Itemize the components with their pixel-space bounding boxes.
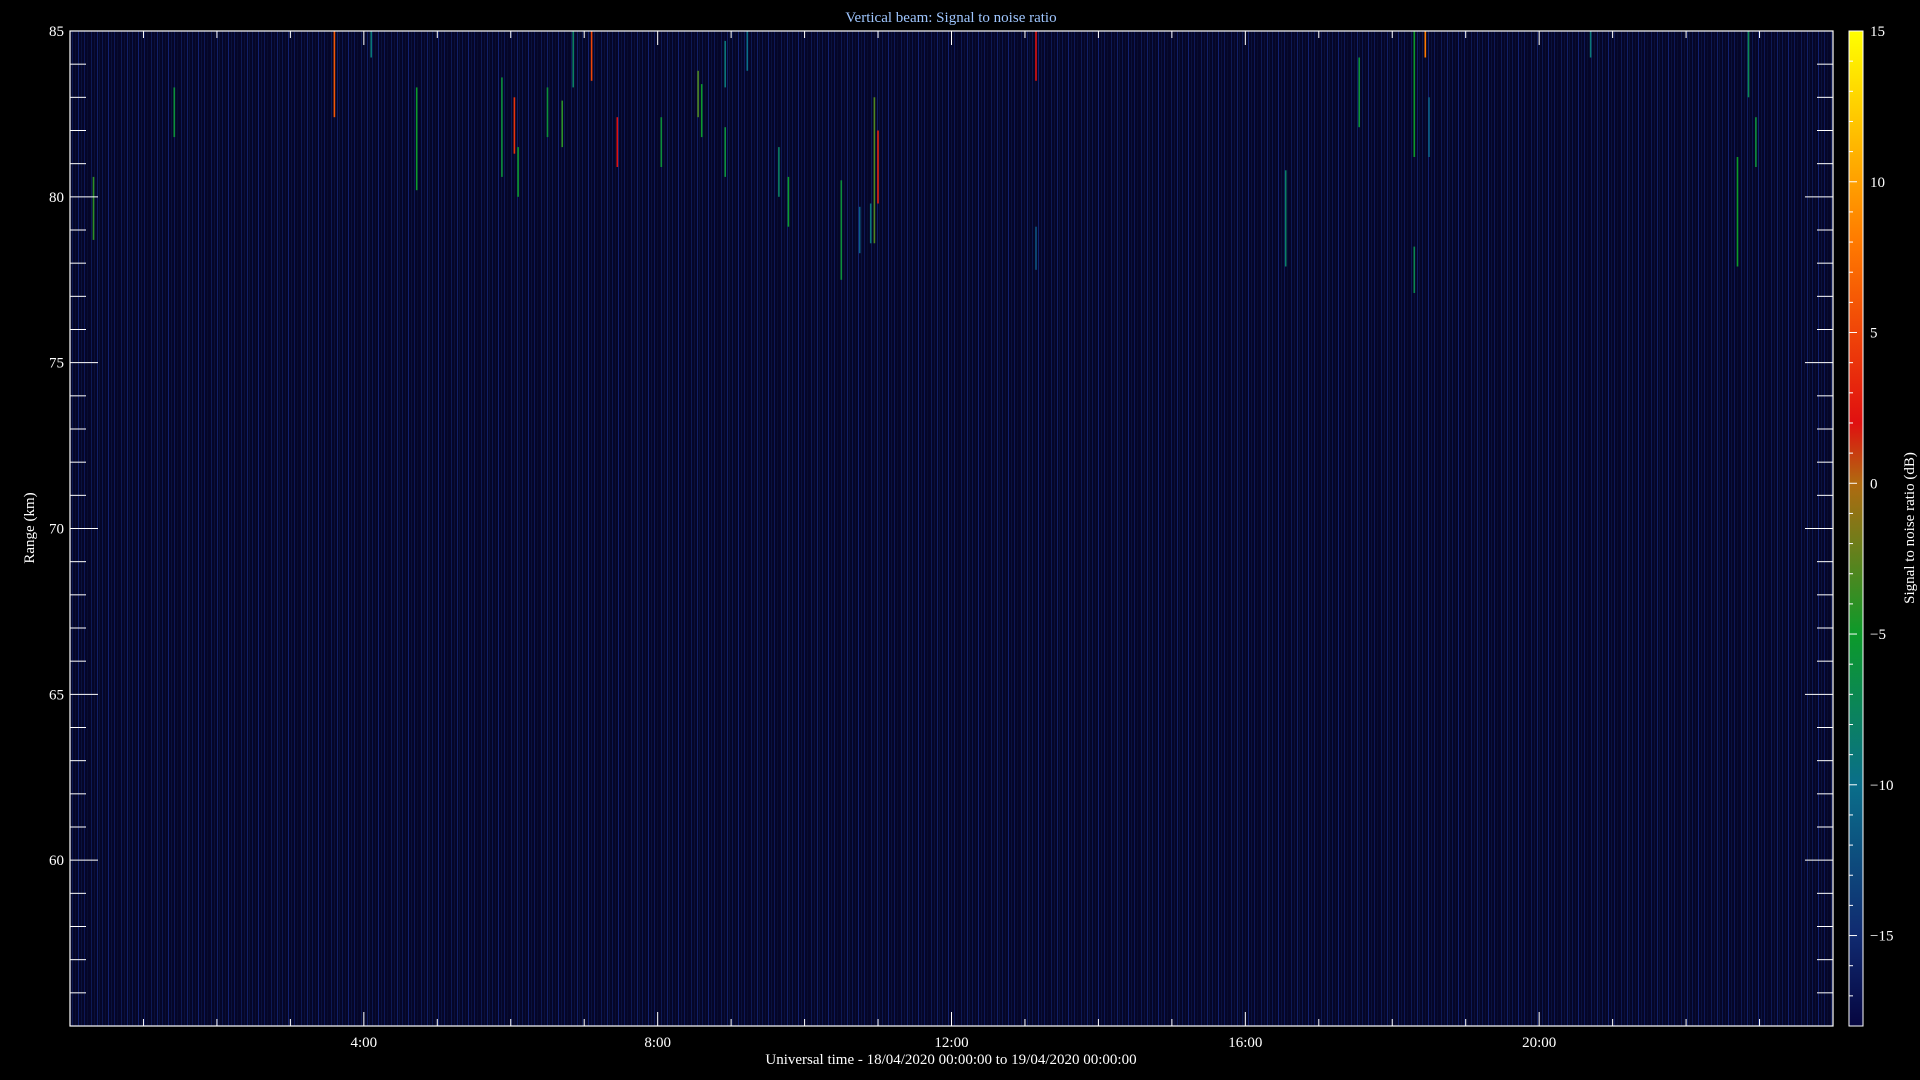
x-tick-label: 12:00 <box>934 1035 968 1051</box>
cbar-tick-label: −5 <box>1870 627 1886 643</box>
y-tick-label: 75 <box>49 356 64 372</box>
x-tick-label: 4:00 <box>350 1035 377 1051</box>
snr-chart: Vertical beam: Signal to noise ratio 4:0… <box>22 10 1918 1068</box>
cbar-tick-label: 0 <box>1870 476 1878 492</box>
y-tick-label: 80 <box>49 190 64 206</box>
cbar-tick-label: −15 <box>1870 929 1893 945</box>
y-tick-label: 70 <box>49 522 64 538</box>
y-axis-label: Range (km) <box>22 492 38 563</box>
colorbar-label: Signal to noise ratio (dB) <box>1902 452 1918 604</box>
cbar-tick-label: −10 <box>1870 778 1893 794</box>
y-tick-label: 65 <box>49 687 64 703</box>
cbar-tick-label: 10 <box>1870 175 1885 191</box>
chart-title: Vertical beam: Signal to noise ratio <box>845 10 1056 26</box>
cbar-tick-label: 5 <box>1870 326 1878 342</box>
cbar-tick-label: 15 <box>1870 24 1885 40</box>
x-axis-label: Universal time - 18/04/2020 00:00:00 to … <box>765 1052 1136 1068</box>
y-tick-label: 85 <box>49 24 64 40</box>
x-tick-label: 20:00 <box>1522 1035 1556 1051</box>
y-tick-label: 60 <box>49 853 64 869</box>
plot-background <box>70 31 1833 1026</box>
x-tick-label: 8:00 <box>644 1035 671 1051</box>
x-tick-label: 16:00 <box>1228 1035 1262 1051</box>
colorbar <box>1848 30 1864 1027</box>
